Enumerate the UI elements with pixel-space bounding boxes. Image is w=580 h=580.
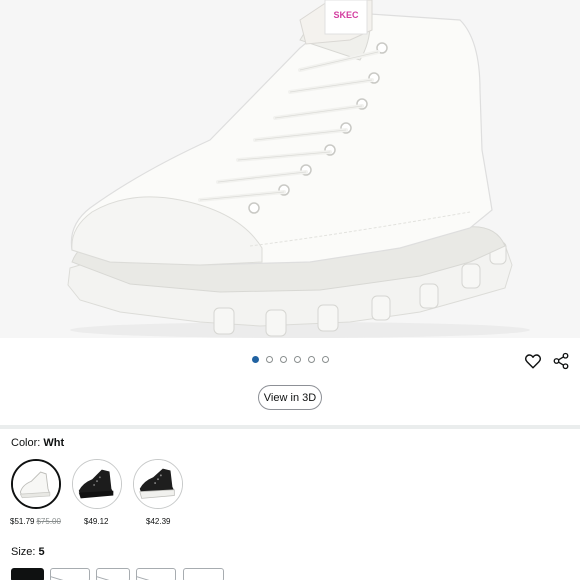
size-label: Size: xyxy=(11,546,36,558)
carousel-dot[interactable] xyxy=(294,356,301,363)
color-label-row: Color: Wht xyxy=(11,437,64,449)
swatch-price-black: $49.12 xyxy=(84,517,108,526)
color-swatch-black[interactable] xyxy=(72,459,122,509)
swatch-price-black-white: $42.39 xyxy=(146,517,170,526)
carousel-dot[interactable] xyxy=(280,356,287,363)
size-option-unavailable[interactable] xyxy=(136,568,176,580)
color-swatch-black-white[interactable] xyxy=(133,459,183,509)
carousel-dot[interactable] xyxy=(322,356,329,363)
carousel-dot[interactable] xyxy=(252,356,259,363)
color-label: Color: xyxy=(11,437,41,449)
list-price: $75.00 xyxy=(36,517,61,526)
color-swatch-white[interactable] xyxy=(11,459,61,509)
carousel-indicator xyxy=(252,356,329,363)
size-option-available[interactable] xyxy=(183,568,224,580)
carousel-dot[interactable] xyxy=(266,356,273,363)
black-white-sneaker-thumbnail xyxy=(134,460,182,508)
share-icon xyxy=(553,352,569,370)
view-in-3d-button[interactable]: View in 3D xyxy=(258,385,322,410)
carousel-dot[interactable] xyxy=(308,356,315,363)
color-selected-value: Wht xyxy=(43,437,65,449)
swatch-price-white: $51.79 $75.00 xyxy=(10,517,61,526)
size-selected-value: 5 xyxy=(38,546,45,558)
size-option-selected[interactable] xyxy=(11,568,44,580)
black-sneaker-thumbnail xyxy=(73,460,121,508)
product-image[interactable]: SKEC xyxy=(0,0,580,338)
size-option-unavailable[interactable] xyxy=(96,568,130,580)
white-sneaker-thumbnail xyxy=(13,461,59,507)
size-option-unavailable[interactable] xyxy=(50,568,90,580)
wishlist-button[interactable] xyxy=(522,350,544,372)
price: $42.39 xyxy=(146,517,171,526)
price: $49.12 xyxy=(84,517,109,526)
brand-tag-text: SKEC xyxy=(333,10,359,20)
sneaker-illustration: SKEC xyxy=(67,0,530,338)
view-in-3d-label: View in 3D xyxy=(263,391,317,404)
size-label-row: Size: 5 xyxy=(11,546,45,558)
heart-icon xyxy=(524,354,542,369)
share-button[interactable] xyxy=(550,350,572,372)
price: $51.79 xyxy=(10,517,35,526)
section-divider xyxy=(0,425,580,429)
